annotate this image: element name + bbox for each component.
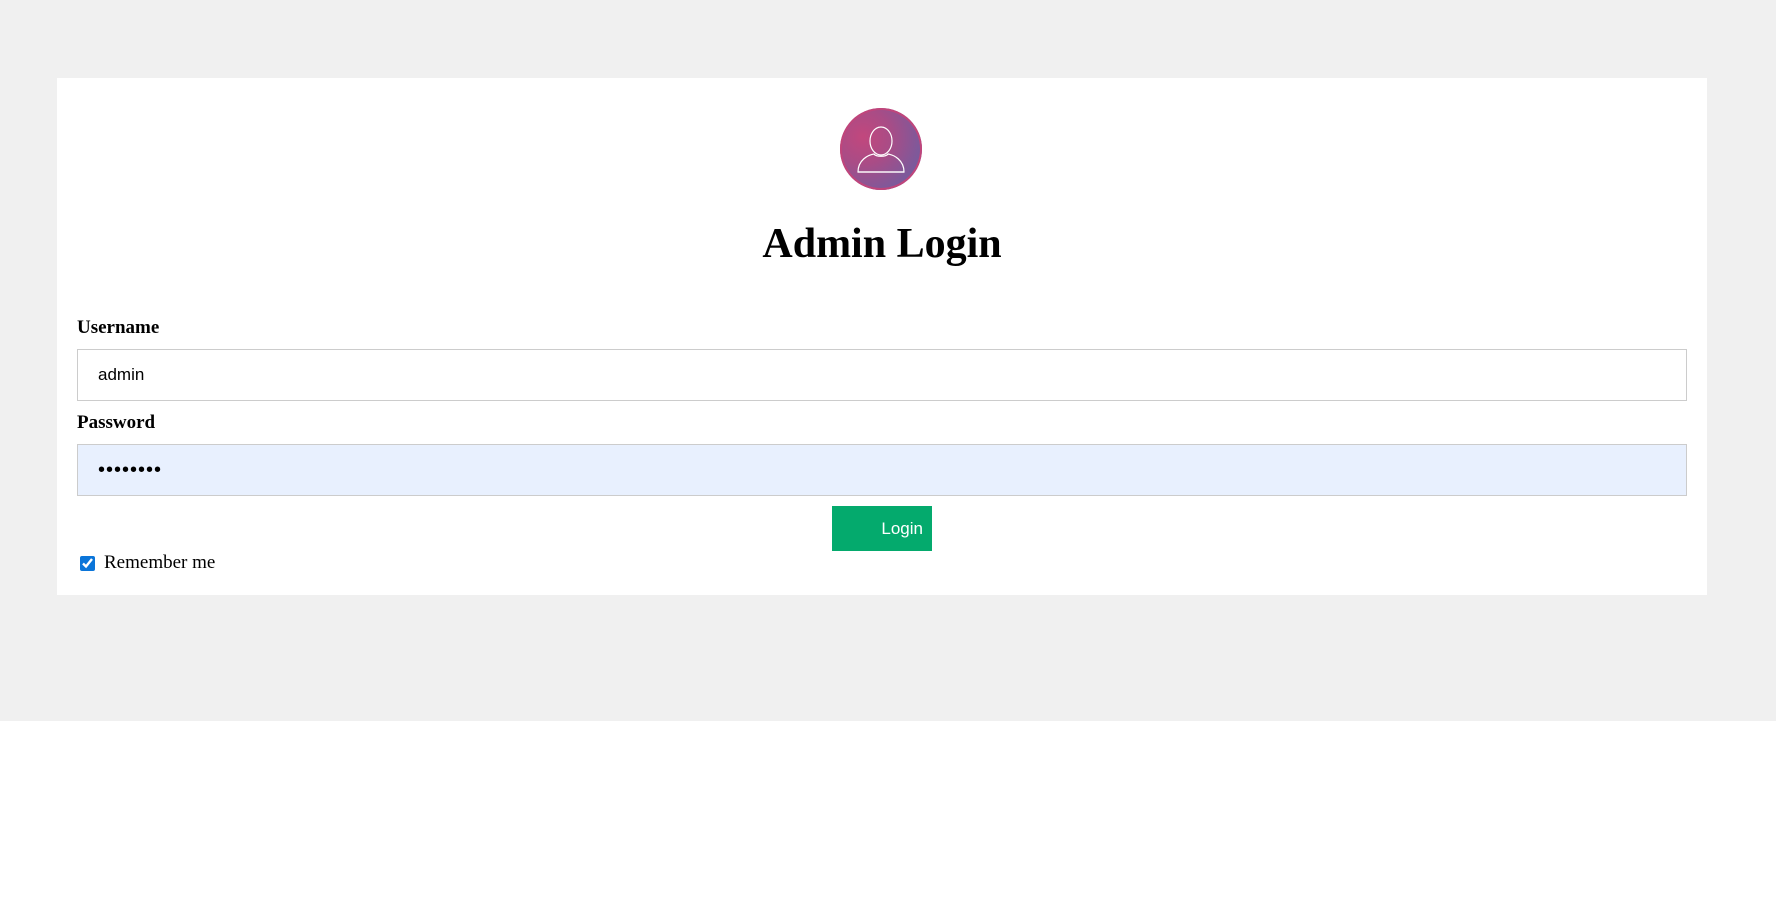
user-avatar-icon <box>840 108 922 190</box>
username-label: Username <box>77 317 160 338</box>
remember-me-label[interactable]: Remember me <box>104 552 215 574</box>
username-input[interactable] <box>77 349 1687 401</box>
login-button[interactable]: Login <box>832 506 932 551</box>
person-icon <box>857 126 905 173</box>
login-card: Admin Login Username Password Login Reme… <box>57 78 1707 595</box>
password-input[interactable] <box>77 444 1687 496</box>
remember-me-row: Remember me <box>80 552 215 574</box>
page-title: Admin Login <box>762 221 1002 267</box>
password-label: Password <box>77 412 156 433</box>
remember-me-checkbox[interactable] <box>80 555 95 571</box>
